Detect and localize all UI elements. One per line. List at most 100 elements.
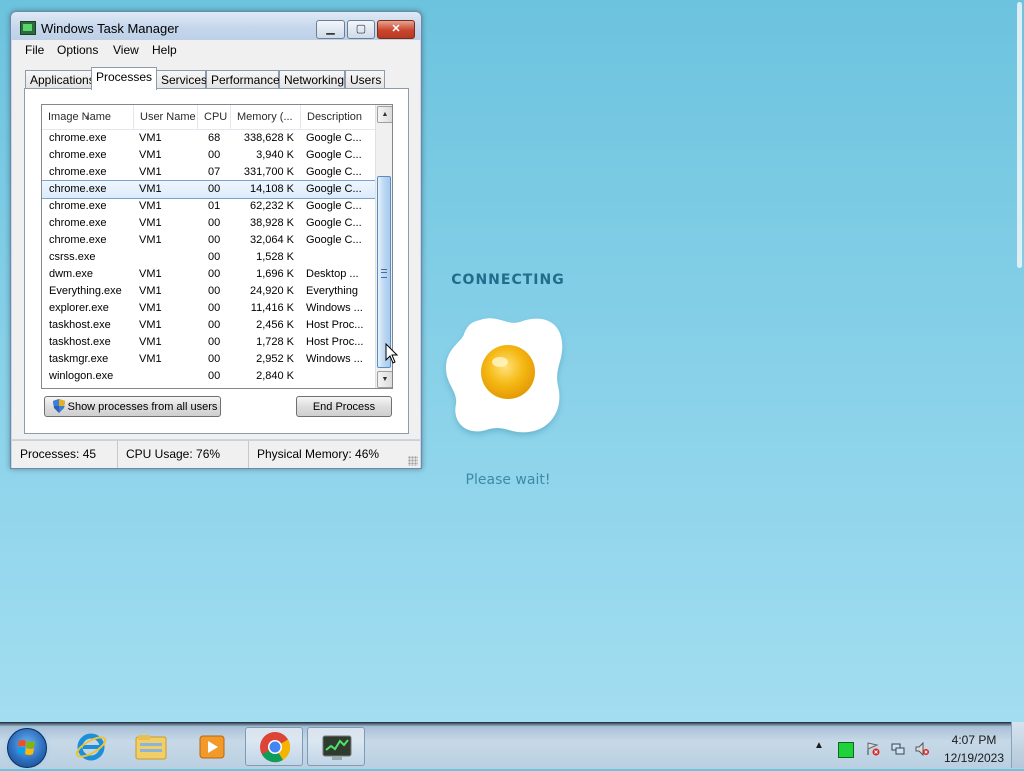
user-name-cell: VM1 xyxy=(139,149,162,161)
taskbar-media-player[interactable] xyxy=(183,727,241,766)
mouse-cursor-icon xyxy=(385,343,399,364)
tab-performance[interactable]: Performance xyxy=(206,70,280,88)
description-cell: Host Proc... xyxy=(306,336,364,348)
cpu-cell: 00 xyxy=(208,336,221,348)
maximize-button[interactable]: ▢ xyxy=(347,20,375,39)
tab-networking[interactable]: Networking xyxy=(279,70,345,88)
taskbar-chrome[interactable] xyxy=(245,727,303,766)
user-name-cell xyxy=(139,249,197,266)
memory-cell: 1,696 K xyxy=(256,268,294,280)
description-cell: Everything xyxy=(306,285,358,297)
memory-cell: 331,700 K xyxy=(243,166,294,178)
column-cpu[interactable]: CPU xyxy=(198,105,231,129)
task-manager-icon xyxy=(20,21,36,35)
windows-explorer-icon xyxy=(135,735,167,760)
table-row[interactable]: chrome.exe VM1 00 3,940 K Google C... xyxy=(42,147,375,164)
table-row[interactable]: dwm.exe VM1 00 1,696 K Desktop ... xyxy=(42,266,375,283)
table-row[interactable]: winlogon.exe 00 2,840 K xyxy=(42,368,375,385)
table-row[interactable]: chrome.exe VM1 01 62,232 K Google C... xyxy=(42,198,375,215)
media-player-icon xyxy=(199,735,225,759)
memory-cell: 2,952 K xyxy=(256,353,294,365)
memory-cell: 1,728 K xyxy=(256,336,294,348)
memory-cell: 3,940 K xyxy=(256,149,294,161)
tab-services[interactable]: Services xyxy=(156,70,207,88)
user-name-cell: VM1 xyxy=(139,319,162,331)
table-row[interactable]: csrss.exe 00 1,528 K xyxy=(42,249,375,266)
user-name-cell: VM1 xyxy=(139,234,162,246)
cpu-cell: 00 xyxy=(208,251,221,263)
green-status-icon[interactable] xyxy=(838,742,854,758)
description-cell xyxy=(306,249,372,266)
scrollbar-thumb[interactable] xyxy=(377,176,391,368)
clock-date[interactable]: 12/19/2023 xyxy=(940,751,1008,765)
table-row[interactable]: chrome.exe VM1 68 338,628 K Google C... xyxy=(42,130,375,147)
column-image-name[interactable]: ▲ Image Name xyxy=(42,105,134,129)
tab-users[interactable]: Users xyxy=(345,70,385,88)
memory-cell: 1,528 K xyxy=(256,251,294,263)
memory-cell: 24,920 K xyxy=(249,285,294,297)
description-cell: Google C... xyxy=(306,217,362,229)
menu-help[interactable]: Help xyxy=(152,43,177,57)
user-name-cell: VM1 xyxy=(139,183,162,195)
page-scrollbar-thumb[interactable] xyxy=(1017,2,1022,268)
description-cell: Google C... xyxy=(306,149,362,161)
sort-ascending-icon: ▲ xyxy=(84,114,91,121)
end-process-button[interactable]: End Process xyxy=(296,396,392,417)
table-row[interactable]: Everything.exe VM1 00 24,920 K Everything xyxy=(42,283,375,300)
process-name-cell: dwm.exe xyxy=(49,268,94,280)
menu-options[interactable]: Options xyxy=(57,43,98,57)
description-cell: Windows ... xyxy=(306,353,363,365)
scroll-up-icon[interactable]: ▲ xyxy=(377,106,392,123)
table-row[interactable]: chrome.exe VM1 07 331,700 K Google C... xyxy=(42,164,375,181)
table-row[interactable]: taskhost.exe VM1 00 2,456 K Host Proc... xyxy=(42,317,375,334)
connecting-heading: CONNECTING xyxy=(451,272,565,288)
tab-processes[interactable]: Processes xyxy=(91,67,157,90)
process-name-cell: chrome.exe xyxy=(49,132,107,144)
table-row[interactable]: explorer.exe VM1 00 11,416 K Windows ... xyxy=(42,300,375,317)
window-title: Windows Task Manager xyxy=(41,21,179,36)
close-button[interactable]: ✕ xyxy=(377,20,415,39)
network-icon[interactable] xyxy=(891,742,905,756)
cpu-cell: 07 xyxy=(208,166,221,178)
scroll-down-icon[interactable]: ▼ xyxy=(377,371,392,388)
user-name-cell: VM1 xyxy=(139,302,162,314)
menu-view[interactable]: View xyxy=(113,43,139,57)
tab-applications[interactable]: Applications xyxy=(25,70,95,88)
menu-file[interactable]: File xyxy=(25,43,44,57)
table-row[interactable]: taskmgr.exe VM1 00 2,952 K Windows ... xyxy=(42,351,375,368)
table-row[interactable]: chrome.exe VM1 00 32,064 K Google C... xyxy=(42,232,375,249)
minimize-button[interactable]: ▁ xyxy=(316,20,345,39)
chrome-icon xyxy=(260,732,291,763)
process-name-cell: chrome.exe xyxy=(49,149,107,161)
show-all-processes-button[interactable]: Show processes from all users xyxy=(44,396,221,417)
column-user-name[interactable]: User Name xyxy=(134,105,198,129)
column-description[interactable]: Description xyxy=(301,105,375,129)
show-hidden-icons-chevron-icon[interactable]: ▲ xyxy=(814,740,824,751)
clock-time[interactable]: 4:07 PM xyxy=(944,733,1004,747)
taskbar-windows-explorer[interactable] xyxy=(122,727,180,766)
uac-shield-icon xyxy=(53,399,65,413)
process-name-cell: chrome.exe xyxy=(49,166,107,178)
cpu-cell: 00 xyxy=(208,268,221,280)
process-list[interactable]: ▲ Image Name User Name CPU Memory (... D… xyxy=(41,104,393,389)
show-desktop-button[interactable] xyxy=(1011,722,1024,768)
table-row[interactable]: taskhost.exe VM1 00 1,728 K Host Proc... xyxy=(42,334,375,351)
fried-egg-icon xyxy=(446,318,563,433)
volume-muted-icon[interactable] xyxy=(915,742,929,756)
taskbar-task-manager[interactable] xyxy=(307,727,365,766)
action-center-flag-icon[interactable] xyxy=(866,742,880,756)
taskbar-internet-explorer[interactable] xyxy=(62,727,120,766)
description-cell: Windows ... xyxy=(306,302,363,314)
windows-start-orb[interactable] xyxy=(7,728,47,768)
process-name-cell: explorer.exe xyxy=(49,302,109,314)
table-row[interactable]: chrome.exe VM1 00 14,108 K Google C... xyxy=(42,180,376,199)
description-cell: Google C... xyxy=(306,234,362,246)
process-name-cell: winlogon.exe xyxy=(49,370,114,382)
windows-logo-icon xyxy=(17,740,35,755)
resize-grip-icon[interactable] xyxy=(408,456,418,466)
memory-cell: 338,628 K xyxy=(243,132,294,144)
column-memory[interactable]: Memory (... xyxy=(231,105,301,129)
task-manager-window: Windows Task Manager ▁ ▢ ✕ File Options … xyxy=(10,11,422,469)
title-bar[interactable]: Windows Task Manager ▁ ▢ ✕ xyxy=(11,12,421,40)
table-row[interactable]: chrome.exe VM1 00 38,928 K Google C... xyxy=(42,215,375,232)
